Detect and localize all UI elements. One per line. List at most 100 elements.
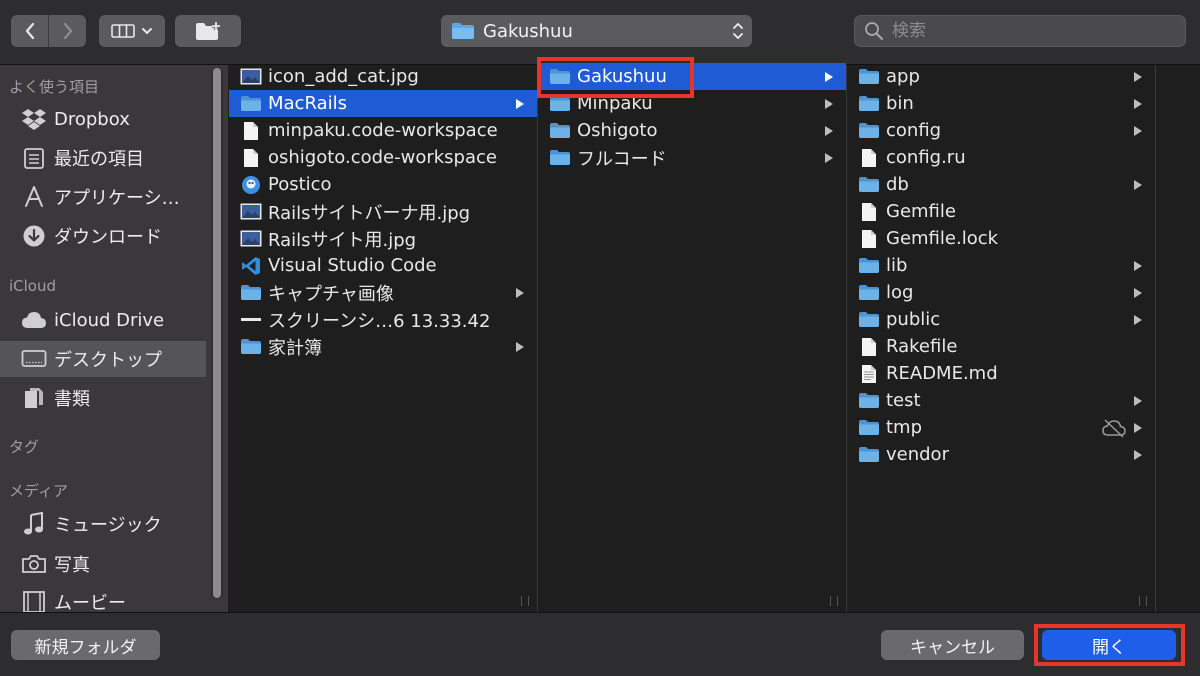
- sidebar-item-photos[interactable]: 写真: [0, 546, 206, 582]
- sidebar-heading-tags: タグ: [9, 438, 40, 456]
- file-row[interactable]: README.md: [847, 360, 1155, 387]
- folder-row[interactable]: lib: [847, 252, 1155, 279]
- folder-icon: [549, 67, 571, 87]
- folder-icon: [858, 67, 880, 87]
- new-folder-toolbar-button[interactable]: [175, 15, 241, 47]
- row-label: Minpaku: [577, 93, 653, 114]
- folder-icon: [858, 445, 880, 465]
- file-row[interactable]: config.ru: [847, 144, 1155, 171]
- sidebar-heading-favorites: よく使う項目: [9, 78, 100, 96]
- folder-row[interactable]: log: [847, 279, 1155, 306]
- sidebar-item-recents[interactable]: 最近の項目: [0, 140, 206, 176]
- folder-row[interactable]: tmp: [847, 414, 1155, 441]
- row-label: lib: [886, 255, 908, 276]
- open-button[interactable]: 開く: [1042, 630, 1176, 660]
- scrollbar-thumb[interactable]: [213, 68, 221, 598]
- sidebar-item-label: ムービー: [54, 593, 126, 612]
- sidebar-item-icloud-drive[interactable]: iCloud Drive: [0, 302, 206, 338]
- file-row[interactable]: Gemfile.lock: [847, 225, 1155, 252]
- file-icon: [240, 148, 262, 168]
- column-view-icon: [111, 24, 135, 38]
- folder-row[interactable]: bin: [847, 90, 1155, 117]
- row-label: Postico: [268, 174, 332, 195]
- file-row[interactable]: minpaku.code-workspace: [229, 117, 537, 144]
- sidebar-item-desktop[interactable]: デスクトップ: [0, 341, 206, 377]
- sidebar-item-downloads[interactable]: ダウンロード: [0, 218, 206, 254]
- column-resize-handle[interactable]: [521, 596, 529, 606]
- back-button[interactable]: [11, 15, 48, 47]
- row-label: Railsサイトバーナ用.jpg: [268, 202, 471, 224]
- disclosure-arrow-icon: [1133, 71, 1143, 82]
- file-row[interactable]: Visual Studio Code: [229, 252, 537, 279]
- folder-row[interactable]: test: [847, 387, 1155, 414]
- file-icon: [858, 337, 880, 357]
- sidebar-scrollbar[interactable]: [211, 68, 223, 599]
- folder-row[interactable]: config: [847, 117, 1155, 144]
- recents-icon: [21, 145, 47, 171]
- row-label: bin: [886, 93, 914, 114]
- sidebar-item-music[interactable]: ミュージック: [0, 506, 206, 542]
- folder-icon: [240, 283, 262, 303]
- sidebar-item-label: デスクトップ: [54, 350, 162, 371]
- location-label: Gakushuu: [483, 20, 573, 42]
- cancel-button[interactable]: キャンセル: [881, 630, 1024, 660]
- folder-row[interactable]: app: [847, 63, 1155, 90]
- folder-row[interactable]: db: [847, 171, 1155, 198]
- file-row[interactable]: スクリーンシ…6 13.33.42: [229, 306, 537, 333]
- row-label: log: [886, 282, 914, 303]
- row-label: Gemfile.lock: [886, 228, 999, 249]
- folder-row[interactable]: フルコード: [538, 144, 846, 171]
- chevron-right-icon: [63, 22, 72, 40]
- column-desktop: icon_add_cat.jpg MacRails minpaku.code-wor…: [229, 65, 538, 612]
- folder-row[interactable]: Minpaku: [538, 90, 846, 117]
- disclosure-arrow-icon: [824, 71, 834, 82]
- row-label: Visual Studio Code: [268, 255, 437, 276]
- forward-button[interactable]: [49, 15, 86, 47]
- documents-icon: [21, 385, 47, 411]
- sidebar-item-movies[interactable]: ムービー: [0, 584, 206, 612]
- sidebar-item-applications[interactable]: アプリケーシ…: [0, 179, 206, 215]
- sidebar-item-label: 最近の項目: [54, 149, 144, 170]
- folder-row[interactable]: MacRails: [229, 90, 537, 117]
- disclosure-arrow-icon: [1133, 98, 1143, 109]
- music-icon: [21, 511, 47, 537]
- new-folder-icon: [196, 22, 220, 40]
- file-row[interactable]: Gemfile: [847, 198, 1155, 225]
- folder-row[interactable]: Gakushuu: [538, 63, 846, 90]
- sidebar-item-documents[interactable]: 書類: [0, 380, 206, 416]
- cloud-icon: [21, 307, 47, 333]
- file-row[interactable]: Railsサイトバーナ用.jpg: [229, 198, 537, 225]
- column-resize-handle[interactable]: [1139, 596, 1147, 606]
- new-folder-button[interactable]: 新規フォルダ: [11, 630, 160, 660]
- search-input[interactable]: [890, 20, 1174, 42]
- file-row[interactable]: Postico: [229, 171, 537, 198]
- sidebar-item-dropbox[interactable]: Dropbox: [0, 101, 206, 137]
- row-label: config.ru: [886, 147, 966, 168]
- file-row[interactable]: oshigoto.code-workspace: [229, 144, 537, 171]
- row-label: README.md: [886, 363, 998, 384]
- folder-row[interactable]: 家計簿: [229, 333, 537, 360]
- row-label: app: [886, 66, 920, 87]
- folder-row[interactable]: キャプチャ画像: [229, 279, 537, 306]
- folder-row[interactable]: Oshigoto: [538, 117, 846, 144]
- file-row[interactable]: Rakefile: [847, 333, 1155, 360]
- sidebar-item-label: アプリケーシ…: [54, 188, 180, 209]
- search-icon: [865, 22, 883, 40]
- folder-row[interactable]: vendor: [847, 441, 1155, 468]
- stepper-icon: [733, 22, 743, 40]
- folder-icon: [240, 337, 262, 357]
- row-label: MacRails: [268, 93, 347, 114]
- disclosure-arrow-icon: [1133, 395, 1143, 406]
- disclosure-arrow-icon: [1133, 314, 1143, 325]
- column-resize-handle[interactable]: [830, 596, 838, 606]
- view-mode-button[interactable]: [99, 15, 165, 47]
- nav-button-group: [11, 15, 86, 47]
- search-field[interactable]: [854, 15, 1186, 47]
- disclosure-arrow-icon: [824, 98, 834, 109]
- folder-row[interactable]: public: [847, 306, 1155, 333]
- sidebar-heading-icloud: iCloud: [9, 277, 57, 295]
- file-row[interactable]: Railsサイト用.jpg: [229, 225, 537, 252]
- file-row[interactable]: icon_add_cat.jpg: [229, 63, 537, 90]
- location-popup[interactable]: Gakushuu: [441, 15, 752, 47]
- folder-icon: [858, 94, 880, 114]
